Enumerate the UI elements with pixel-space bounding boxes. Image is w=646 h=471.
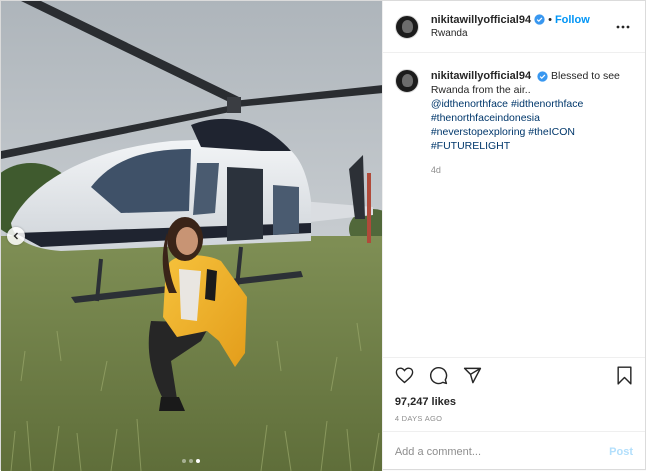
like-button[interactable] (395, 364, 423, 388)
hashtag-link[interactable]: #theICON (528, 126, 575, 138)
carousel-dot (182, 459, 187, 463)
more-options-icon (616, 25, 630, 28)
carousel-prev-button[interactable] (7, 227, 25, 245)
bookmark-icon (617, 366, 632, 385)
post-side-panel: nikitawillyofficial94 • Follow Rwanda ni… (381, 1, 645, 471)
like-count[interactable]: 97,247 likes (383, 393, 645, 411)
caption: nikitawillyofficial94 Blessed to see Rwa… (431, 69, 631, 357)
verified-badge-icon (534, 14, 545, 25)
save-button[interactable] (605, 364, 633, 388)
paper-plane-icon (463, 367, 481, 384)
chevron-left-icon (13, 232, 18, 240)
mention-link[interactable]: @idthenorthface (431, 98, 508, 110)
carousel-dot (189, 459, 194, 463)
comment-box: Post (382, 431, 645, 471)
post-timestamp[interactable]: 4 DAYS AGO (383, 411, 645, 431)
more-options-button[interactable] (613, 17, 633, 37)
verified-badge-icon (537, 71, 548, 82)
post-header: nikitawillyofficial94 • Follow Rwanda (382, 1, 645, 53)
post-comment-button[interactable]: Post (609, 446, 633, 458)
separator-dot: • (548, 13, 552, 26)
share-button[interactable] (463, 364, 491, 388)
location-link[interactable]: Rwanda (431, 27, 613, 41)
post-photo[interactable] (1, 1, 382, 471)
avatar[interactable] (394, 69, 419, 93)
helicopter-photo (1, 1, 382, 471)
carousel-dot-active (196, 459, 201, 463)
comment-icon (429, 367, 448, 385)
caption-section: nikitawillyofficial94 Blessed to see Rwa… (383, 53, 645, 357)
comment-button[interactable] (429, 364, 457, 388)
username-link[interactable]: nikitawillyofficial94 (431, 13, 531, 27)
instagram-post: nikitawillyofficial94 • Follow Rwanda ni… (0, 0, 646, 471)
heart-icon (395, 367, 414, 384)
carousel-indicator (1, 459, 382, 463)
follow-button[interactable]: Follow (555, 13, 590, 27)
action-bar (382, 357, 645, 393)
avatar[interactable] (394, 14, 419, 39)
caption-timestamp[interactable]: 4d (431, 163, 631, 177)
hashtag-link[interactable]: #neverstopexploring (431, 126, 526, 138)
hashtag-link[interactable]: #idthenorthface (511, 98, 583, 110)
hashtag-link[interactable]: #FUTURELIGHT (431, 140, 510, 152)
header-text: nikitawillyofficial94 • Follow Rwanda (431, 13, 613, 41)
hashtag-link[interactable]: #thenorthfaceindonesia (431, 112, 540, 124)
caption-username[interactable]: nikitawillyofficial94 (431, 70, 531, 82)
comment-input[interactable] (394, 445, 610, 458)
